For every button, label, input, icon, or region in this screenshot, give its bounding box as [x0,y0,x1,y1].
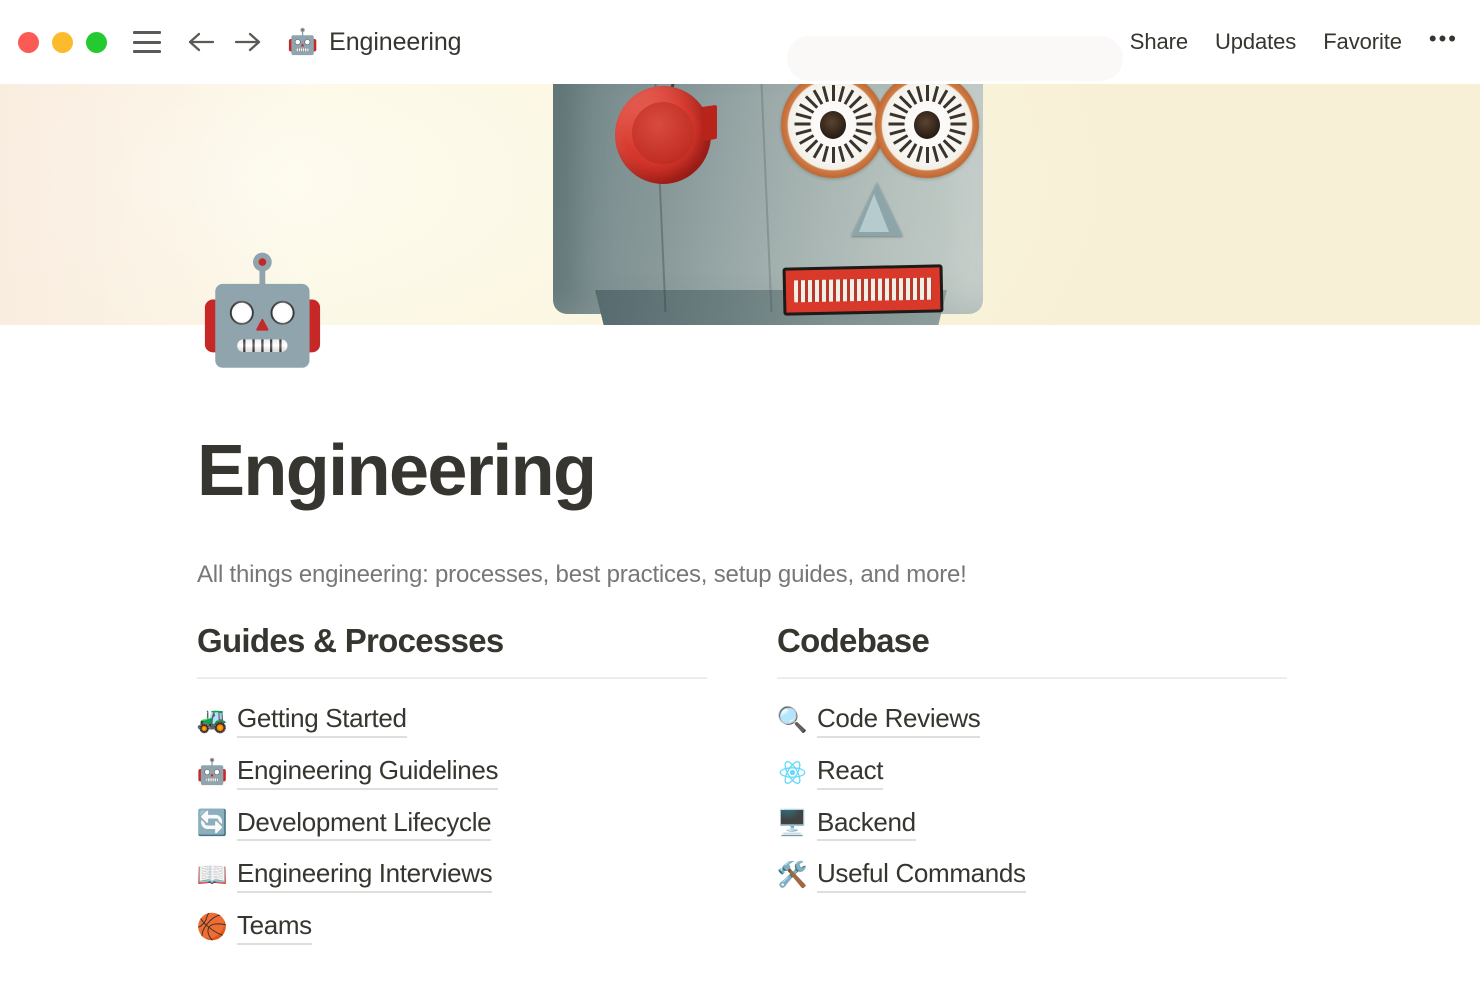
page-content: Engineering All things engineering: proc… [0,325,1480,987]
column-heading: Codebase [777,622,930,659]
page-link-label: Engineering Interviews [237,858,493,893]
page-link-engineering-guidelines[interactable]: 🤖 Engineering Guidelines [196,755,499,790]
column-guides-and-processes: Guides & Processes 🚜 Getting Started 🤖 E… [196,622,707,945]
back-arrow-icon[interactable] [186,27,216,57]
robot-eye-pupil [820,111,846,139]
magnifying-glass-icon: 🔍 [776,706,808,735]
favorite-button[interactable]: Favorite [1323,29,1402,55]
page-link-label: Useful Commands [817,858,1026,893]
two-column-layout: Guides & Processes 🚜 Getting Started 🤖 E… [196,622,1287,945]
robot-nose-highlight [859,194,889,232]
robot-red-ear-knob [615,86,711,184]
notion-page-window: 🤖 Engineering Share Updates Favorite ••• [0,0,1480,987]
column-divider [197,677,707,680]
page-link-backend[interactable]: 🖥️ Backend [776,807,916,842]
page-title[interactable]: Engineering [197,435,597,507]
link-list: 🚜 Getting Started 🤖 Engineering Guidelin… [196,703,707,945]
page-link-label: Engineering Guidelines [237,755,499,790]
title-bar: 🤖 Engineering Share Updates Favorite ••• [0,0,1480,84]
page-link-getting-started[interactable]: 🚜 Getting Started [196,703,407,738]
page-link-label: Teams [237,910,312,945]
maximize-window-button[interactable] [86,31,107,53]
column-heading: Guides & Processes [197,622,504,659]
desktop-computer-icon: 🖥️ [776,809,808,838]
hamburger-line [133,50,161,53]
hamburger-line [133,40,161,44]
page-link-engineering-interviews[interactable]: 📖 Engineering Interviews [196,858,493,893]
breadcrumb[interactable]: 🤖 Engineering [287,27,462,57]
close-window-button[interactable] [18,31,39,53]
tractor-icon: 🚜 [196,706,228,735]
page-link-label: Getting Started [237,703,407,738]
page-link-label: React [817,755,884,790]
robot-ear-knob-tab [701,104,717,142]
tin-toy-robot-photo [553,84,983,325]
robot-mouth-teeth [793,277,933,303]
breadcrumb-label: Engineering [329,27,462,56]
column-divider [777,677,1287,680]
more-options-icon[interactable]: ••• [1429,28,1458,56]
robot-ear-knob-inner [632,102,694,164]
robot-eye-pupil [914,111,940,139]
window-controls [18,31,107,53]
page-link-code-reviews[interactable]: 🔍 Code Reviews [776,703,981,738]
react-logo-icon [777,759,807,786]
page-link-label: Development Lifecycle [237,807,492,842]
page-link-teams[interactable]: 🏀 Teams [196,910,312,945]
updates-button[interactable]: Updates [1215,29,1296,55]
robot-icon: 🤖 [287,27,319,56]
search-input[interactable] [787,36,1123,81]
page-link-react[interactable]: React [777,755,884,790]
arrows-counterclockwise-icon: 🔄 [196,809,228,838]
minimize-window-button[interactable] [52,31,73,53]
hamburger-line [133,31,161,34]
share-button[interactable]: Share [1130,29,1188,55]
column-codebase: Codebase 🔍 Code Reviews React 🖥️ Backend… [776,622,1287,945]
page-description[interactable]: All things engineering: processes, best … [197,559,967,590]
hammer-and-wrench-icon: 🛠️ [776,861,808,890]
sidebar-toggle-icon[interactable] [133,31,161,53]
page-link-development-lifecycle[interactable]: 🔄 Development Lifecycle [196,807,492,842]
robot-mouth-grille [782,264,944,316]
navigation-arrows [186,27,263,57]
page-link-useful-commands[interactable]: 🛠️ Useful Commands [776,858,1026,893]
forward-arrow-icon[interactable] [233,27,263,57]
page-link-label: Code Reviews [817,703,981,738]
robot-icon: 🤖 [196,757,228,786]
page-link-label: Backend [817,807,916,842]
basketball-icon: 🏀 [196,912,228,941]
open-book-icon: 📖 [196,861,228,890]
page-icon-robot-icon[interactable]: 🤖 [197,258,328,363]
link-list: 🔍 Code Reviews React 🖥️ Backend 🛠️ Usefu… [776,703,1287,893]
titlebar-actions: Share Updates Favorite ••• [1130,0,1458,84]
